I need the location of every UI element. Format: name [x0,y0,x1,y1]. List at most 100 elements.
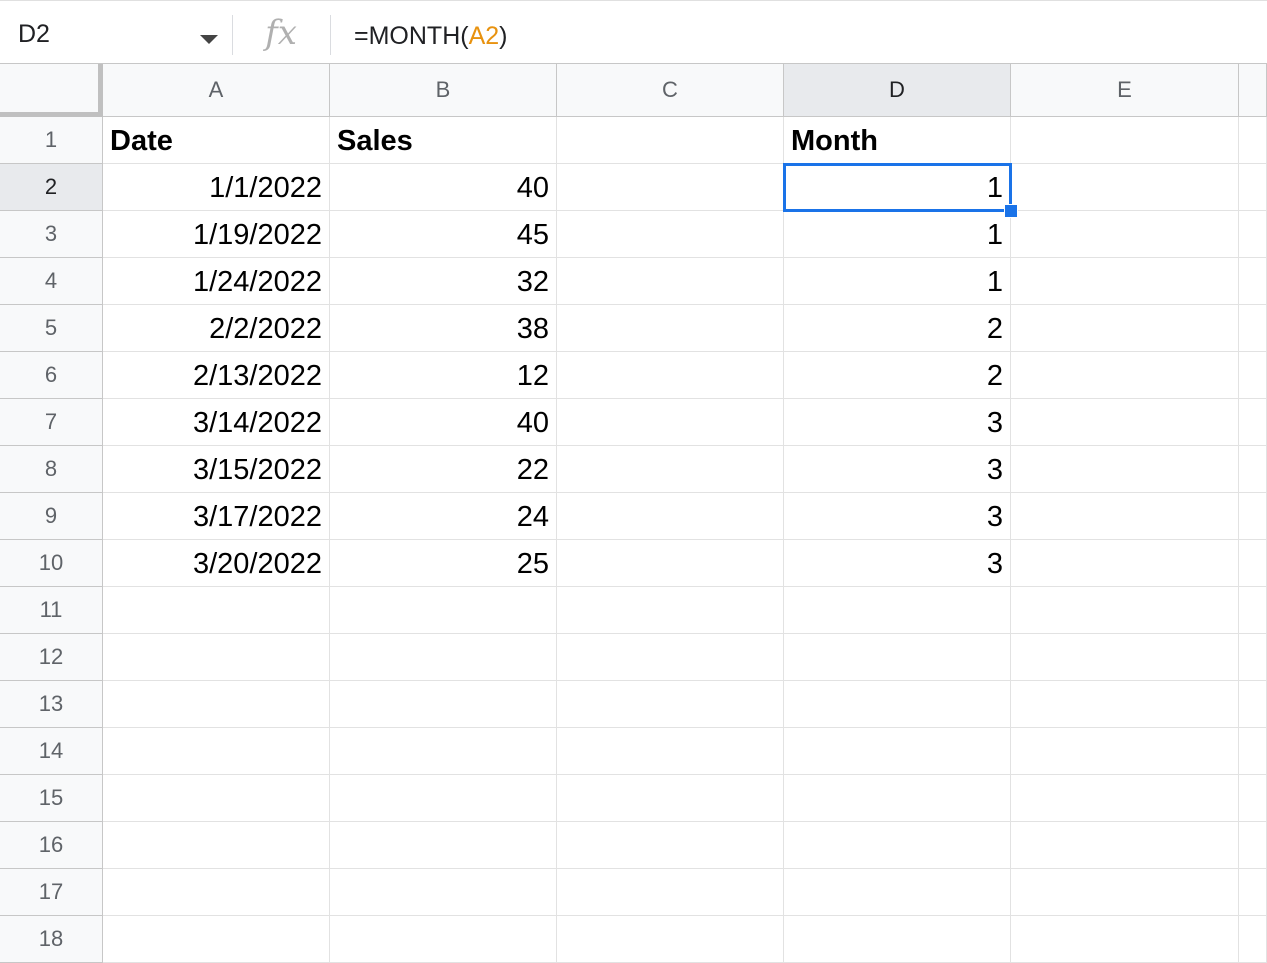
cell-a3[interactable]: 1/19/2022 [103,211,330,258]
cell-partial-8[interactable] [1239,446,1267,493]
cell-a18[interactable] [103,916,330,963]
cell-a9[interactable]: 3/17/2022 [103,493,330,540]
cell-e12[interactable] [1011,634,1239,681]
cell-e4[interactable] [1011,258,1239,305]
cell-b15[interactable] [330,775,557,822]
cell-a11[interactable] [103,587,330,634]
cell-e10[interactable] [1011,540,1239,587]
row-header-6[interactable]: 6 [0,352,103,399]
cell-c12[interactable] [557,634,784,681]
cell-d14[interactable] [784,728,1011,775]
row-header-1[interactable]: 1 [0,117,103,164]
row-header-10[interactable]: 10 [0,540,103,587]
cell-partial-7[interactable] [1239,399,1267,446]
cell-d16[interactable] [784,822,1011,869]
cell-b10[interactable]: 25 [330,540,557,587]
cell-e5[interactable] [1011,305,1239,352]
cell-d8[interactable]: 3 [784,446,1011,493]
cell-d13[interactable] [784,681,1011,728]
cell-partial-3[interactable] [1239,211,1267,258]
cell-b8[interactable]: 22 [330,446,557,493]
cell-c2[interactable] [557,164,784,211]
cell-partial-9[interactable] [1239,493,1267,540]
cell-e11[interactable] [1011,587,1239,634]
column-header-partial[interactable] [1239,64,1267,117]
cell-partial-4[interactable] [1239,258,1267,305]
cell-b14[interactable] [330,728,557,775]
row-header-8[interactable]: 8 [0,446,103,493]
cell-partial-11[interactable] [1239,587,1267,634]
cell-partial-6[interactable] [1239,352,1267,399]
row-header-17[interactable]: 17 [0,869,103,916]
cell-b13[interactable] [330,681,557,728]
cell-a1[interactable]: Date [103,117,330,164]
cell-b6[interactable]: 12 [330,352,557,399]
cell-c11[interactable] [557,587,784,634]
cell-a6[interactable]: 2/13/2022 [103,352,330,399]
cell-b12[interactable] [330,634,557,681]
cell-d7[interactable]: 3 [784,399,1011,446]
cell-c16[interactable] [557,822,784,869]
cell-b4[interactable]: 32 [330,258,557,305]
cell-d1[interactable]: Month [784,117,1011,164]
cell-d3[interactable]: 1 [784,211,1011,258]
cell-b16[interactable] [330,822,557,869]
cell-e14[interactable] [1011,728,1239,775]
cell-b7[interactable]: 40 [330,399,557,446]
cell-a4[interactable]: 1/24/2022 [103,258,330,305]
cell-partial-1[interactable] [1239,117,1267,164]
cell-e17[interactable] [1011,869,1239,916]
cell-c17[interactable] [557,869,784,916]
cell-d2[interactable]: 1 [784,164,1011,211]
cell-d4[interactable]: 1 [784,258,1011,305]
cell-partial-14[interactable] [1239,728,1267,775]
row-header-2[interactable]: 2 [0,164,103,211]
cell-c18[interactable] [557,916,784,963]
row-header-13[interactable]: 13 [0,681,103,728]
cell-d6[interactable]: 2 [784,352,1011,399]
cell-d10[interactable]: 3 [784,540,1011,587]
cell-a17[interactable] [103,869,330,916]
cell-d11[interactable] [784,587,1011,634]
fill-handle[interactable] [1004,204,1018,218]
cell-e8[interactable] [1011,446,1239,493]
cell-c15[interactable] [557,775,784,822]
cell-b18[interactable] [330,916,557,963]
cell-e15[interactable] [1011,775,1239,822]
cell-c9[interactable] [557,493,784,540]
cell-e9[interactable] [1011,493,1239,540]
column-header-a[interactable]: A [103,64,330,117]
row-header-12[interactable]: 12 [0,634,103,681]
cell-b17[interactable] [330,869,557,916]
cell-partial-16[interactable] [1239,822,1267,869]
cell-e3[interactable] [1011,211,1239,258]
select-all-corner[interactable] [0,64,103,117]
cell-partial-15[interactable] [1239,775,1267,822]
row-header-11[interactable]: 11 [0,587,103,634]
row-header-16[interactable]: 16 [0,822,103,869]
row-header-15[interactable]: 15 [0,775,103,822]
cell-partial-10[interactable] [1239,540,1267,587]
cell-a7[interactable]: 3/14/2022 [103,399,330,446]
cell-a16[interactable] [103,822,330,869]
chevron-down-icon[interactable] [200,35,218,44]
cell-d12[interactable] [784,634,1011,681]
cell-b5[interactable]: 38 [330,305,557,352]
cell-c8[interactable] [557,446,784,493]
cell-e2[interactable] [1011,164,1239,211]
cell-partial-18[interactable] [1239,916,1267,963]
cell-e1[interactable] [1011,117,1239,164]
cell-e6[interactable] [1011,352,1239,399]
cell-c3[interactable] [557,211,784,258]
cell-b3[interactable]: 45 [330,211,557,258]
cell-c5[interactable] [557,305,784,352]
cell-d15[interactable] [784,775,1011,822]
cell-c6[interactable] [557,352,784,399]
cell-a2[interactable]: 1/1/2022 [103,164,330,211]
cell-a5[interactable]: 2/2/2022 [103,305,330,352]
cell-e16[interactable] [1011,822,1239,869]
cell-d18[interactable] [784,916,1011,963]
cell-b2[interactable]: 40 [330,164,557,211]
column-header-b[interactable]: B [330,64,557,117]
cell-a12[interactable] [103,634,330,681]
